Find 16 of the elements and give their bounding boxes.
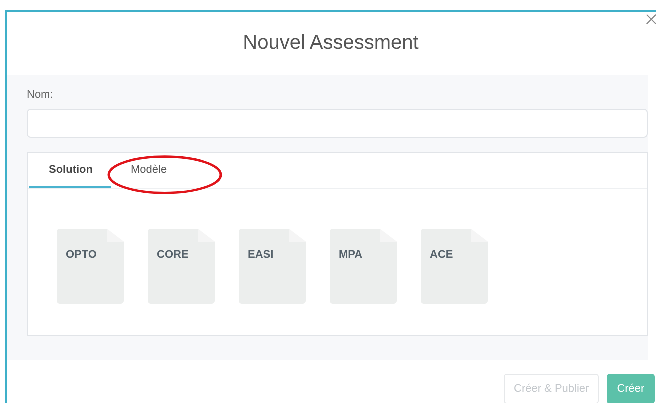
template-document[interactable]: OPTO: [57, 229, 124, 304]
tab[interactable]: Modèle: [111, 153, 188, 188]
template-document[interactable]: CORE: [148, 229, 215, 304]
name-input[interactable]: [27, 109, 648, 138]
template-label: CORE: [157, 249, 189, 261]
template-document[interactable]: MPA: [330, 229, 397, 304]
dialog-title: Nouvel Assessment: [243, 32, 419, 55]
field-label: Nom:: [27, 89, 54, 101]
template-document[interactable]: ACE: [421, 229, 488, 304]
template-label: OPTO: [66, 249, 97, 261]
template-label: ACE: [430, 249, 454, 261]
template-label: EASI: [248, 249, 274, 261]
template-label: MPA: [339, 249, 363, 261]
template-document[interactable]: EASI: [239, 229, 306, 304]
tab[interactable]: Solution: [29, 153, 111, 188]
close-icon[interactable]: [646, 14, 656, 25]
